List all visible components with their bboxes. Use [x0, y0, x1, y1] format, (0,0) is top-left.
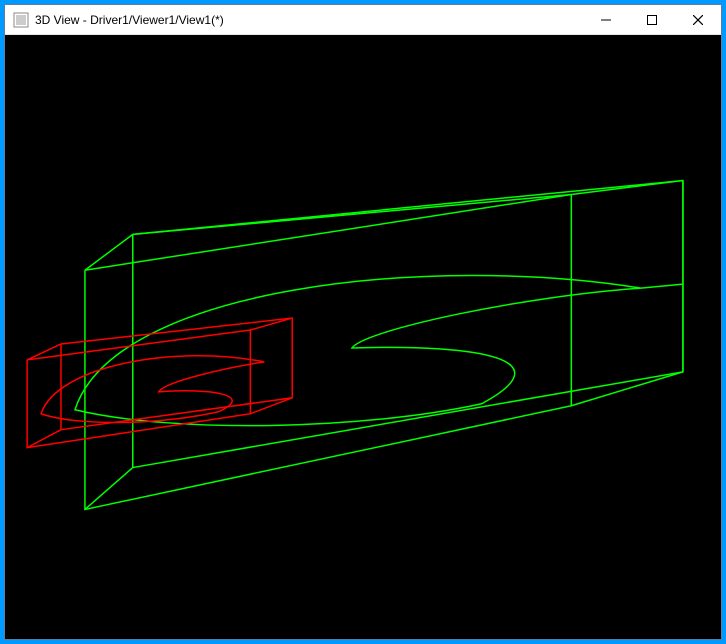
red-fixture-box [27, 318, 292, 448]
minimize-icon [601, 15, 611, 25]
maximize-button[interactable] [629, 5, 675, 34]
green-stock-box [85, 181, 683, 510]
scene-svg [5, 35, 721, 639]
maximize-icon [647, 15, 657, 25]
window-controls [583, 5, 721, 34]
minimize-button[interactable] [583, 5, 629, 34]
app-icon [13, 12, 29, 28]
app-window: 3D View - Driver1/Viewer1/View1(*) [4, 4, 722, 640]
titlebar[interactable]: 3D View - Driver1/Viewer1/View1(*) [5, 5, 721, 35]
window-title: 3D View - Driver1/Viewer1/View1(*) [35, 13, 224, 27]
close-icon [693, 15, 703, 25]
red-toolpath [41, 356, 264, 423]
close-button[interactable] [675, 5, 721, 34]
viewport-3d[interactable] [5, 35, 721, 639]
green-toolpath [75, 275, 683, 425]
